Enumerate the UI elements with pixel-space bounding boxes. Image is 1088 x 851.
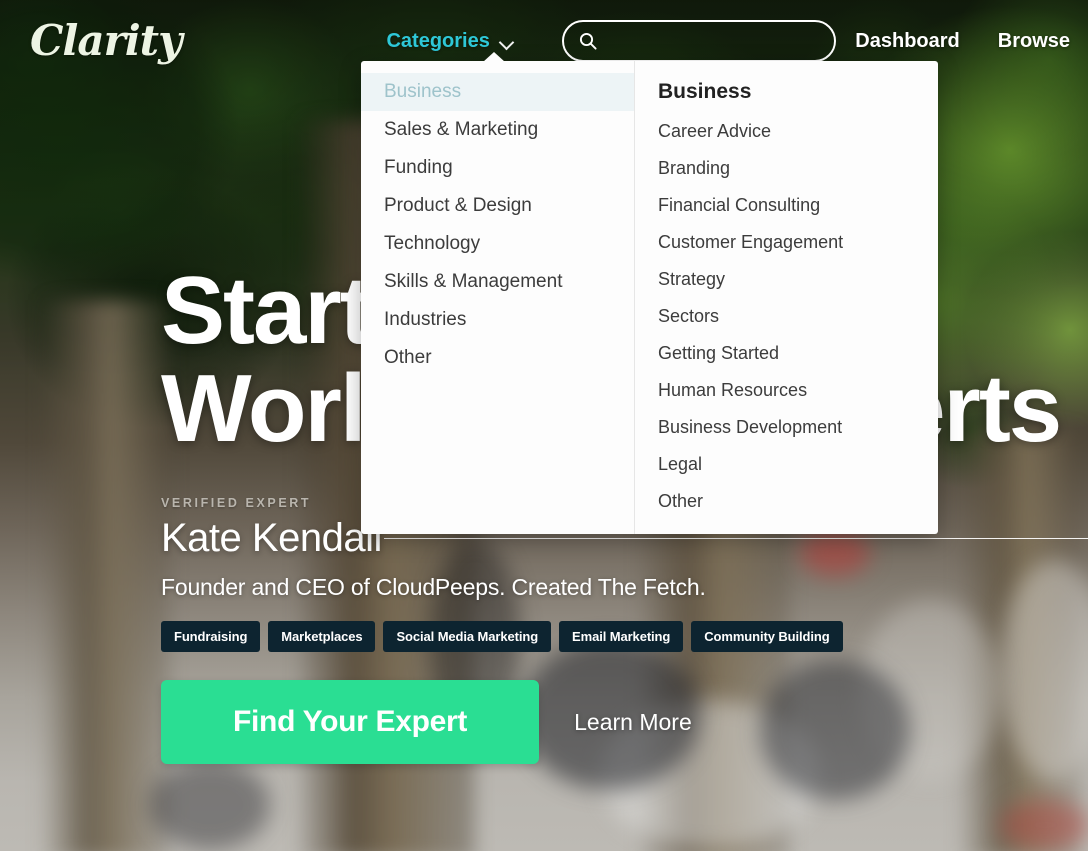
expert-tag[interactable]: Email Marketing bbox=[559, 621, 684, 652]
header-nav-links: Dashboard Browse bbox=[855, 30, 1070, 53]
expert-tag[interactable]: Community Building bbox=[691, 621, 843, 652]
expert-rule-line bbox=[383, 537, 1088, 539]
categories-dropdown-right-column: Business Career Advice Branding Financia… bbox=[635, 61, 938, 534]
subcategory-other[interactable]: Other bbox=[658, 491, 938, 512]
subcategory-strategy[interactable]: Strategy bbox=[658, 269, 938, 290]
find-your-expert-button[interactable]: Find Your Expert bbox=[161, 680, 540, 764]
category-item-skills-management[interactable]: Skills & Management bbox=[361, 263, 634, 301]
nav-categories-label: Categories bbox=[386, 29, 490, 52]
expert-tag[interactable]: Fundraising bbox=[161, 621, 261, 652]
hero-section: Start World-Class Experts VERIFIED EXPER… bbox=[0, 0, 1088, 851]
nav-link-browse[interactable]: Browse bbox=[998, 30, 1070, 53]
subcategory-career-advice[interactable]: Career Advice bbox=[658, 121, 938, 142]
expert-name: Kate Kendall bbox=[161, 516, 382, 560]
subcategory-heading: Business bbox=[658, 80, 752, 103]
expert-tag[interactable]: Social Media Marketing bbox=[383, 621, 552, 652]
hero-cta-row: Find Your Expert Learn More bbox=[161, 680, 1088, 764]
search-box[interactable] bbox=[561, 20, 836, 62]
categories-dropdown: Business Sales & Marketing Funding Produ… bbox=[361, 52, 938, 534]
category-item-sales-marketing[interactable]: Sales & Marketing bbox=[361, 111, 634, 149]
nav-categories[interactable]: Categories bbox=[386, 30, 513, 53]
subcategory-customer-engagement[interactable]: Customer Engagement bbox=[658, 232, 938, 253]
subcategory-branding[interactable]: Branding bbox=[658, 158, 938, 179]
featured-expert-block: VERIFIED EXPERT Kate Kendall Founder and… bbox=[161, 496, 1088, 764]
subcategory-business-development[interactable]: Business Development bbox=[658, 417, 938, 438]
category-item-business[interactable]: Business bbox=[361, 73, 634, 111]
subcategory-sectors[interactable]: Sectors bbox=[658, 306, 938, 327]
category-item-technology[interactable]: Technology bbox=[361, 225, 634, 263]
expert-tag-list: Fundraising Marketplaces Social Media Ma… bbox=[161, 621, 1088, 652]
category-item-product-design[interactable]: Product & Design bbox=[361, 187, 634, 225]
subcategory-human-resources[interactable]: Human Resources bbox=[658, 380, 938, 401]
category-item-industries[interactable]: Industries bbox=[361, 301, 634, 339]
expert-tag[interactable]: Marketplaces bbox=[268, 621, 376, 652]
chevron-down-icon bbox=[500, 37, 514, 46]
search-icon bbox=[579, 32, 597, 50]
subcategory-getting-started[interactable]: Getting Started bbox=[658, 343, 938, 364]
clarity-logo[interactable]: Clarity bbox=[30, 20, 182, 62]
search-input[interactable] bbox=[607, 32, 834, 50]
category-item-other[interactable]: Other bbox=[361, 339, 634, 377]
categories-dropdown-left-column: Business Sales & Marketing Funding Produ… bbox=[361, 61, 635, 534]
learn-more-button[interactable]: Learn More bbox=[574, 709, 692, 736]
category-item-funding[interactable]: Funding bbox=[361, 149, 634, 187]
subcategory-legal[interactable]: Legal bbox=[658, 454, 938, 475]
nav-link-dashboard[interactable]: Dashboard bbox=[855, 30, 959, 53]
expert-tagline: Founder and CEO of CloudPeeps. Created T… bbox=[161, 574, 706, 600]
subcategory-financial-consulting[interactable]: Financial Consulting bbox=[658, 195, 938, 216]
